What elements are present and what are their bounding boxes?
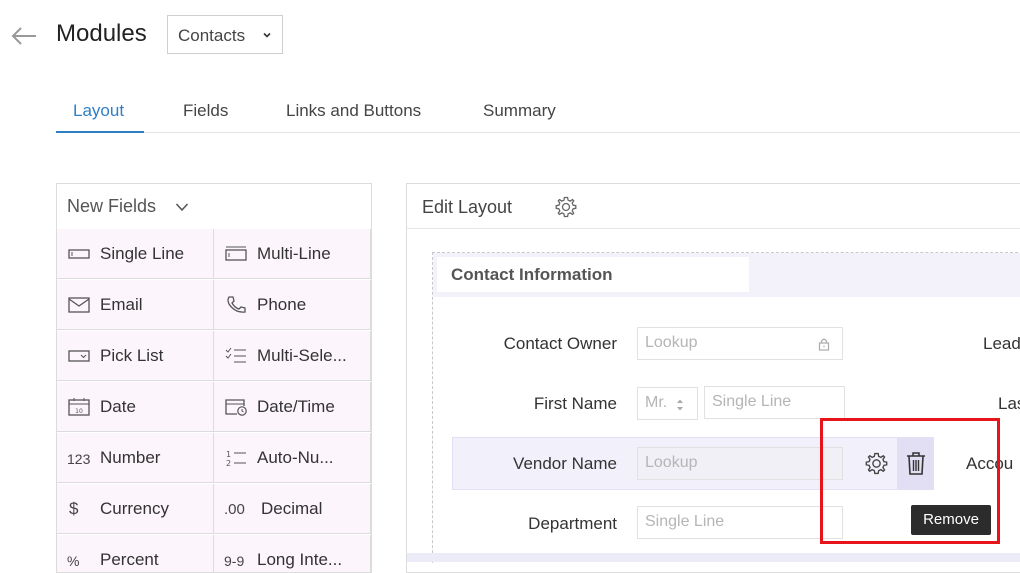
field-placeholder: Single Line [645, 513, 725, 530]
field-type-label: Multi-Line [257, 244, 331, 263]
field-type-email[interactable]: Email [57, 280, 214, 330]
new-fields-title: New Fields [67, 196, 157, 216]
field-label-lead: Lead [983, 334, 1020, 353]
field-type-currency[interactable]: $ Currency [57, 484, 214, 534]
field-type-phone[interactable]: Phone [214, 280, 371, 330]
field-type-pick-list[interactable]: Pick List [57, 331, 214, 381]
field-type-label: Auto-Nu... [257, 448, 334, 467]
decimal-icon: .00 [224, 501, 245, 518]
svg-text:2: 2 [226, 459, 231, 467]
field-type-label: Date [100, 397, 136, 416]
new-fields-panel: New Fields Single Line Multi-Line Email … [56, 183, 372, 573]
sort-arrows-icon [677, 399, 683, 411]
chevron-down-icon [175, 203, 189, 212]
field-label-contact-owner: Contact Owner [503, 334, 617, 353]
field-type-label: Phone [257, 295, 307, 314]
module-dropdown-value: Contacts [178, 26, 246, 45]
field-placeholder: Single Line [712, 393, 792, 410]
edit-layout-title: Edit Layout [422, 197, 513, 217]
field-label-last: Las [998, 394, 1020, 413]
field-type-auto-number[interactable]: 12 Auto-Nu... [214, 433, 371, 483]
field-label-vendor-name: Vendor Name [513, 454, 617, 473]
vendor-name-input[interactable]: Lookup [637, 447, 843, 480]
pick-list-icon [68, 350, 90, 362]
chevron-down-icon [263, 32, 271, 38]
number-icon: 123 [67, 451, 91, 467]
field-type-label: Date/Time [257, 397, 335, 416]
field-placeholder: Lookup [645, 334, 698, 351]
svg-text:1: 1 [226, 450, 231, 459]
field-type-date[interactable]: 10 Date [57, 382, 214, 432]
back-arrow-icon[interactable] [8, 20, 40, 52]
field-label-first-name: First Name [533, 394, 617, 413]
field-type-decimal[interactable]: .00 Decimal [214, 484, 371, 534]
salutation-select[interactable]: Mr. [637, 387, 698, 420]
field-type-number[interactable]: 123 Number [57, 433, 214, 483]
currency-icon: $ [69, 499, 79, 518]
tab-fields[interactable]: Fields [183, 101, 228, 121]
field-type-percent[interactable]: % Percent [57, 535, 214, 572]
field-type-long-integer[interactable]: 9-9 Long Inte... [214, 535, 371, 572]
field-type-date-time[interactable]: Date/Time [214, 382, 371, 432]
tab-links-and-buttons[interactable]: Links and Buttons [286, 101, 421, 121]
section-title: Contact Information [451, 265, 613, 284]
contact-owner-input[interactable]: Lookup [637, 327, 843, 360]
phone-icon [227, 296, 246, 313]
email-icon [68, 297, 90, 313]
field-type-multi-line[interactable]: Multi-Line [214, 229, 371, 279]
date-icon: 10 [68, 398, 90, 416]
tab-layout[interactable]: Layout [73, 101, 124, 121]
multi-line-icon [225, 246, 247, 261]
field-type-label: Currency [100, 499, 169, 518]
field-type-label: Single Line [100, 244, 185, 263]
field-type-label: Pick List [100, 346, 164, 365]
lock-icon [818, 338, 830, 351]
edit-layout-header: Edit Layout [407, 184, 1020, 229]
field-type-label: Multi-Sele... [257, 346, 347, 365]
field-placeholder: Lookup [645, 454, 698, 471]
gear-icon[interactable] [554, 195, 578, 219]
first-name-input[interactable]: Single Line [704, 386, 845, 419]
field-type-label: Decimal [261, 499, 323, 518]
active-tab-indicator [56, 131, 144, 133]
field-type-label: Percent [100, 550, 159, 569]
field-type-label: Number [100, 448, 161, 467]
next-section-bar [407, 553, 1020, 562]
field-type-label: Long Inte... [257, 550, 343, 569]
tab-summary[interactable]: Summary [483, 101, 556, 121]
auto-number-icon: 12 [226, 450, 246, 467]
salutation-value: Mr. [645, 394, 668, 411]
department-input[interactable]: Single Line [637, 506, 843, 539]
field-type-single-line[interactable]: Single Line [57, 229, 214, 279]
single-line-icon [68, 249, 90, 259]
percent-icon: % [67, 553, 80, 569]
long-integer-icon: 9-9 [224, 553, 245, 569]
remove-tooltip: Remove [911, 505, 991, 535]
field-type-multi-select[interactable]: Multi-Sele... [214, 331, 371, 381]
field-label-department: Department [528, 514, 617, 533]
module-dropdown[interactable]: Contacts [167, 15, 283, 54]
multi-select-icon [225, 347, 246, 363]
field-type-label: Email [100, 295, 143, 314]
tabs-divider [56, 132, 1020, 133]
new-fields-header[interactable]: New Fields [57, 184, 371, 230]
date-time-icon [225, 399, 247, 416]
page-title: Modules [56, 20, 147, 47]
svg-text:10: 10 [75, 408, 83, 415]
